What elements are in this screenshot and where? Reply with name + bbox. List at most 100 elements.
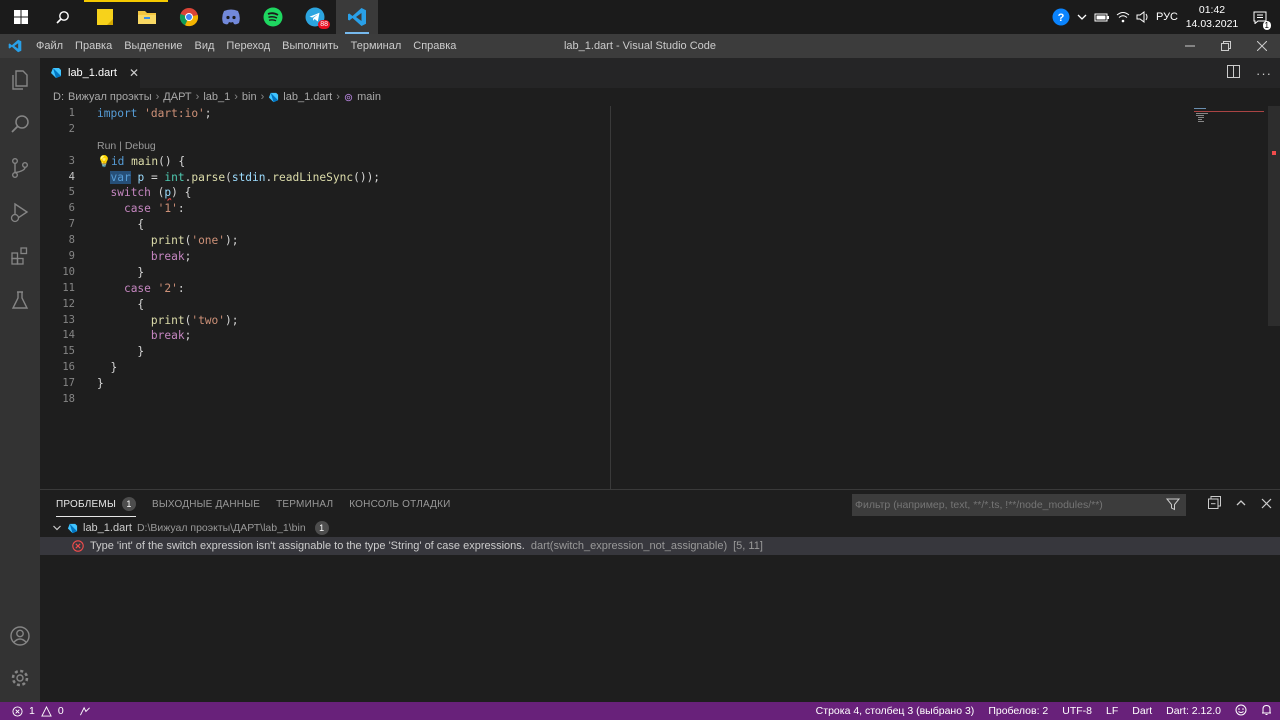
run-debug-icon[interactable] [0,190,40,234]
wifi-icon[interactable] [1116,11,1130,23]
codelens-spacer [40,138,80,154]
search-icon[interactable] [42,0,84,34]
menu-go[interactable]: Переход [220,34,276,58]
search-sidebar-icon[interactable] [0,102,40,146]
indentation[interactable]: Пробелов: 2 [988,705,1048,717]
battery-icon[interactable] [1094,11,1110,23]
filter-input[interactable] [855,499,1155,511]
minimap[interactable] [1194,106,1268,489]
maximize-panel-icon[interactable] [1235,496,1247,514]
line-number: 10 [62,265,75,278]
menu-view[interactable]: Вид [189,34,221,58]
more-actions-icon[interactable]: ··· [1256,66,1272,81]
explorer-icon[interactable] [0,58,40,102]
settings-gear-icon[interactable] [0,656,40,700]
cursor-position[interactable]: Строка 4, столбец 3 (выбрано 3) [816,705,975,717]
problems-filter[interactable] [852,494,1186,516]
breadcrumb-folder-1[interactable]: Вижуал проэкты [68,91,152,103]
error-marker [1272,151,1276,155]
dart-file-icon [269,92,279,102]
telegram-icon[interactable]: 88 [294,0,336,34]
split-editor-icon[interactable] [1227,65,1240,81]
problems-status[interactable]: 1 0 [0,705,92,717]
notifications-bell-icon[interactable] [1261,704,1272,719]
breadcrumb-drive[interactable]: D: [53,91,64,103]
tab-debug-console[interactable]: КОНСОЛЬ ОТЛАДКИ [349,490,450,520]
code-line-1: import 'dart:io'; [97,107,212,120]
line-number: 8 [68,234,75,247]
minimize-button[interactable] [1172,34,1208,58]
menu-terminal[interactable]: Терминал [345,34,408,58]
accounts-icon[interactable] [0,614,40,658]
problem-position: [5, 11] [733,540,763,552]
spotify-icon[interactable] [252,0,294,34]
end-of-line[interactable]: LF [1106,705,1118,717]
menu-help[interactable]: Справка [407,34,462,58]
collapse-all-icon[interactable] [1208,496,1221,514]
line-number: 18 [62,393,75,406]
editor-scrollbar[interactable] [1268,106,1280,326]
code-line-10: } [97,265,145,279]
tab-terminal[interactable]: ТЕРМИНАЛ [276,490,333,520]
close-tab-icon[interactable]: ✕ [129,66,139,80]
line-number: 15 [62,345,75,358]
code-line-5: switch (p) { [110,186,192,200]
tab-problems-label: ПРОБЛЕМЫ [56,499,116,510]
panel-tabs: ПРОБЛЕМЫ 1 ВЫХОДНЫЕ ДАННЫЕ ТЕРМИНАЛ КОНСО… [40,490,451,520]
breadcrumb-file[interactable]: lab_1.dart [283,91,332,103]
codelens-run-debug[interactable]: Run | Debug [97,138,380,154]
chrome-icon[interactable] [168,0,210,34]
tab-problems[interactable]: ПРОБЛЕМЫ 1 [56,490,136,520]
lightbulb-icon[interactable]: 💡 [97,155,111,168]
notification-center-icon[interactable]: 1 [1246,11,1274,30]
close-window-button[interactable] [1244,34,1280,58]
filter-icon[interactable] [1165,497,1181,514]
encoding[interactable]: UTF-8 [1062,705,1092,717]
tab-output[interactable]: ВЫХОДНЫЕ ДАННЫЕ [152,490,260,520]
line-number: 1 [68,107,75,119]
code-content[interactable]: import 'dart:io'; Run | Debug 💡id main()… [97,106,380,408]
extensions-icon[interactable] [0,234,40,278]
menu-run[interactable]: Выполнить [276,34,344,58]
language-indicator[interactable]: РУС [1156,11,1178,23]
tab-lab-1-dart[interactable]: lab_1.dart ✕ [40,58,140,88]
discord-icon[interactable] [210,0,252,34]
breadcrumb-symbol[interactable]: main [357,91,381,103]
breadcrumb-folder-4[interactable]: bin [242,91,257,103]
vscode-icon[interactable] [336,0,378,34]
code-line-12: { [97,297,145,311]
close-panel-icon[interactable] [1261,496,1272,514]
code-line-7: { [97,218,145,232]
line-number: 14 [62,329,75,342]
language-mode[interactable]: Dart [1132,705,1152,717]
help-icon[interactable]: ? [1052,8,1070,26]
svg-text:?: ? [1058,12,1065,24]
menu-edit[interactable]: Правка [69,34,118,58]
sticky-notes-icon[interactable] [84,0,126,34]
clock[interactable]: 01:42 14.03.2021 [1184,3,1240,31]
breadcrumb-folder-3[interactable]: lab_1 [203,91,230,103]
volume-icon[interactable] [1136,11,1150,23]
restore-button[interactable] [1208,34,1244,58]
chevron-right-icon: › [195,91,200,103]
source-control-icon[interactable] [0,146,40,190]
chevron-up-icon[interactable] [1076,11,1088,23]
feedback-icon[interactable] [1235,704,1247,719]
activity-bar [0,58,40,702]
menu-file[interactable]: Файл [30,34,69,58]
file-explorer-icon[interactable] [126,0,168,34]
live-share-icon[interactable] [78,706,92,717]
problems-file-row[interactable]: lab_1.dart D:\Вижуал проэкты\ДАРТ\lab_1\… [52,518,329,538]
start-icon[interactable] [0,0,42,34]
code-editor[interactable]: 1 2 3 4 5 6 7 8 9 10 11 12 13 14 15 16 1… [40,106,1280,489]
line-number: 9 [68,250,75,263]
menu-selection[interactable]: Выделение [118,34,188,58]
chevron-down-icon [53,525,61,531]
problem-item[interactable]: Type 'int' of the switch expression isn'… [40,537,1280,555]
problems-file-count: 1 [314,521,329,535]
testing-flask-icon[interactable] [0,278,40,322]
breadcrumb-folder-2[interactable]: ДАРТ [163,91,191,103]
line-number-gutter: 1 2 3 4 5 6 7 8 9 10 11 12 13 14 15 16 1… [40,106,80,408]
dart-sdk-version[interactable]: Dart: 2.12.0 [1166,705,1221,717]
